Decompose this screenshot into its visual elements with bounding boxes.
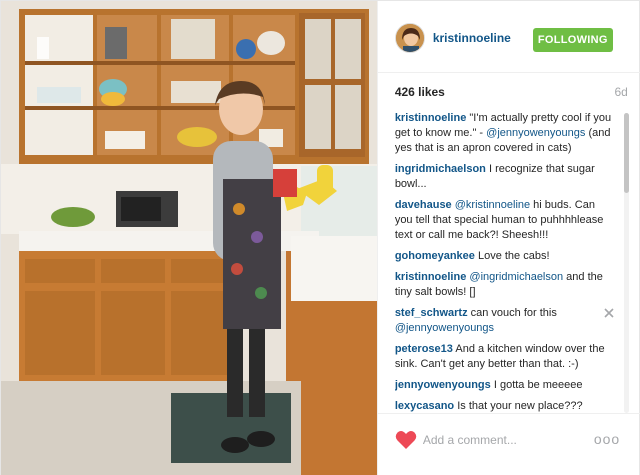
- close-icon[interactable]: [603, 307, 615, 319]
- post-meta: 426 likes 6d: [395, 85, 628, 101]
- mention-link[interactable]: @kristinnoeline: [455, 199, 530, 211]
- avatar-image: [395, 24, 424, 52]
- comment-author-link[interactable]: kristinnoeline: [395, 271, 467, 283]
- comment-item: kristinnoeline "I'm actually pretty cool…: [395, 111, 615, 156]
- mention-link[interactable]: @ingridmichaelson: [469, 271, 563, 283]
- more-options-button[interactable]: ooo: [594, 430, 619, 450]
- post-age: 6d: [614, 85, 628, 99]
- comment-text: can vouch for this: [470, 307, 557, 319]
- post-header: kristinnoeline FOLLOWING: [377, 1, 640, 73]
- add-comment-input[interactable]: [422, 429, 583, 451]
- username-link[interactable]: kristinnoeline: [433, 31, 511, 45]
- comment-item: lexycasano Is that your new place???: [395, 399, 615, 413]
- comment-author-link[interactable]: jennyowenyoungs: [395, 379, 491, 391]
- comment-item: kristinnoeline @ingridmichaelson and the…: [395, 270, 615, 300]
- post-photo[interactable]: [1, 1, 377, 475]
- following-button[interactable]: FOLLOWING: [532, 28, 613, 52]
- comment-text: I gotta be meeeee: [493, 379, 583, 391]
- comment-item: stef_schwartz can vouch for this @jennyo…: [395, 306, 615, 336]
- comment-author-link[interactable]: davehause: [395, 199, 452, 211]
- instagram-post: kristinnoeline FOLLOWING 426 likes 6d kr…: [0, 0, 640, 475]
- comment-item: jennyowenyoungs I gotta be meeeee: [395, 378, 615, 393]
- comment-author-link[interactable]: stef_schwartz: [395, 307, 468, 319]
- avatar[interactable]: [394, 23, 425, 53]
- comment-item: ingridmichaelson I recognize that sugar …: [395, 162, 615, 192]
- comment-text: Is that your new place???: [457, 400, 583, 412]
- heart-icon[interactable]: [395, 430, 417, 450]
- mention-link[interactable]: @jennyowenyoungs: [486, 127, 585, 139]
- comment-item: peterose13 And a kitchen window over the…: [395, 342, 615, 372]
- comment-author-link[interactable]: ingridmichaelson: [395, 163, 486, 175]
- mention-link[interactable]: @jennyowenyoungs: [395, 322, 494, 334]
- post-sidebar: kristinnoeline FOLLOWING 426 likes 6d kr…: [376, 1, 640, 475]
- kitchen-photo-image: [1, 1, 377, 475]
- comment-author-link[interactable]: lexycasano: [395, 400, 454, 412]
- comment-text: Love the cabs!: [477, 250, 550, 262]
- comment-item: gohomeyankee Love the cabs!: [395, 249, 615, 264]
- comment-item: davehause @kristinnoeline hi buds. Can y…: [395, 198, 615, 243]
- comment-author-link[interactable]: peterose13: [395, 343, 453, 355]
- comments-list[interactable]: kristinnoeline "I'm actually pretty cool…: [395, 111, 615, 413]
- likes-count[interactable]: 426 likes: [395, 85, 445, 99]
- comments-scrollbar[interactable]: [623, 113, 629, 413]
- scrollbar-thumb[interactable]: [623, 113, 629, 193]
- comment-author-link[interactable]: kristinnoeline: [395, 112, 467, 124]
- comment-author-link[interactable]: gohomeyankee: [395, 250, 475, 262]
- post-footer: ooo: [377, 413, 640, 475]
